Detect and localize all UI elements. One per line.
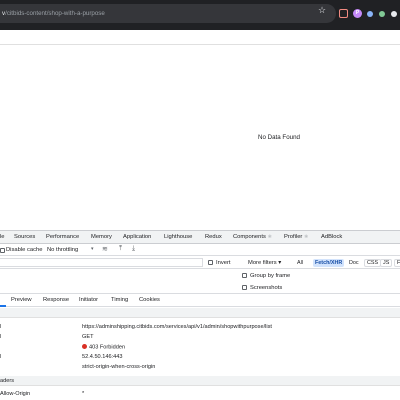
tab-components[interactable]: Components ⚛: [233, 234, 272, 240]
referrer-policy-value: strict-origin-when-cross-origin: [82, 364, 156, 370]
tab-memory[interactable]: Memory: [91, 234, 112, 240]
react-icon: ⚛: [267, 234, 272, 240]
filter-bar: Invert More filters ▾ All Fetch/XHR Doc …: [0, 256, 400, 269]
tab-initiator[interactable]: Initiator: [79, 297, 98, 303]
response-headers-section[interactable]: aders: [0, 376, 400, 386]
tab-preview[interactable]: Preview: [11, 297, 32, 303]
invert-checkbox[interactable]: [208, 260, 213, 265]
filter-chip-font[interactable]: F: [394, 259, 400, 267]
header-value: *: [82, 391, 85, 397]
tab-headers-indicator[interactable]: [0, 305, 6, 307]
react-icon: ⚛: [304, 234, 309, 240]
extension-icon[interactable]: [367, 11, 373, 17]
tab-profiler[interactable]: Profiler ⚛: [284, 234, 308, 240]
row-marker: l: [0, 334, 2, 340]
extension-icon[interactable]: [339, 9, 348, 18]
tab-console[interactable]: le: [0, 234, 5, 240]
throttling-select[interactable]: No throttling: [47, 247, 78, 253]
request-method-value: GET: [82, 334, 94, 340]
filter-chip-doc[interactable]: Doc: [347, 259, 361, 267]
row-marker: l: [0, 354, 2, 360]
remote-address-value: 52.4.50.146:443: [82, 354, 123, 360]
row-marker: l: [0, 324, 2, 330]
general-section-header[interactable]: [0, 308, 400, 318]
page-divider: [0, 44, 400, 45]
tab-lighthouse[interactable]: Lighthouse: [164, 234, 192, 240]
tab-response[interactable]: Response: [43, 297, 69, 303]
chevron-down-icon[interactable]: ▾: [91, 246, 94, 252]
group-by-frame-label: Group by frame: [250, 272, 291, 279]
tab-sources[interactable]: Sources: [14, 234, 35, 240]
disable-cache-checkbox[interactable]: [0, 247, 5, 253]
extension-icon[interactable]: [379, 11, 385, 17]
tab-redux[interactable]: Redux: [205, 234, 222, 240]
filter-chip-js[interactable]: JS: [380, 259, 393, 267]
error-status-icon: [82, 344, 87, 349]
request-detail-tabs: Preview Response Initiator Timing Cookie…: [0, 294, 400, 307]
devtools-panel: le Sources Performance Memory Applicatio…: [0, 230, 400, 400]
empty-state-message: No Data Found: [258, 134, 300, 141]
upload-icon[interactable]: ⤒: [119, 245, 122, 253]
disable-cache-label: Disable cache: [6, 247, 43, 253]
tab-adblock[interactable]: AdBlock: [321, 234, 342, 240]
group-by-frame-checkbox[interactable]: [242, 273, 247, 278]
extension-icon[interactable]: [391, 11, 397, 17]
tab-performance[interactable]: Performance: [46, 234, 79, 240]
download-icon[interactable]: ⤓: [132, 245, 135, 253]
screenshots-label: Screenshots: [250, 284, 283, 291]
address-url[interactable]: v/citbids-content/shop-with-a-purpose: [2, 10, 105, 17]
request-url-value: https://adminshipping.citbids.com/servic…: [82, 324, 272, 330]
profile-avatar[interactable]: P: [353, 9, 362, 18]
network-options: Group by frame Screenshots: [0, 269, 400, 294]
page-content: No Data Found: [0, 30, 400, 230]
status-code-value: 403 Forbidden: [82, 344, 125, 351]
filter-chip-css[interactable]: CSS: [364, 259, 382, 267]
tab-timing[interactable]: Timing: [111, 297, 128, 303]
browser-toolbar: v/citbids-content/shop-with-a-purpose ☆ …: [0, 0, 400, 30]
tab-application[interactable]: Application: [123, 234, 151, 240]
invert-label: Invert: [216, 259, 231, 266]
screenshots-checkbox[interactable]: [242, 285, 247, 290]
more-filters-dropdown[interactable]: More filters ▾: [248, 260, 281, 266]
filter-input[interactable]: [0, 258, 203, 267]
network-conditions-icon[interactable]: ≋: [102, 245, 108, 253]
header-name: Allow-Origin: [0, 391, 31, 397]
filter-chip-all[interactable]: All: [295, 259, 305, 267]
bookmark-star-icon[interactable]: ☆: [318, 5, 326, 16]
filter-chip-fetch-xhr[interactable]: Fetch/XHR: [313, 259, 345, 267]
address-bar[interactable]: v/citbids-content/shop-with-a-purpose: [0, 4, 336, 23]
tab-cookies[interactable]: Cookies: [139, 297, 160, 303]
response-headers-title: aders: [0, 378, 14, 384]
network-toolbar: Disable cache No throttling ▾ ≋ ⤒ ⤓: [0, 244, 400, 256]
devtools-tab-bar: le Sources Performance Memory Applicatio…: [0, 231, 400, 244]
